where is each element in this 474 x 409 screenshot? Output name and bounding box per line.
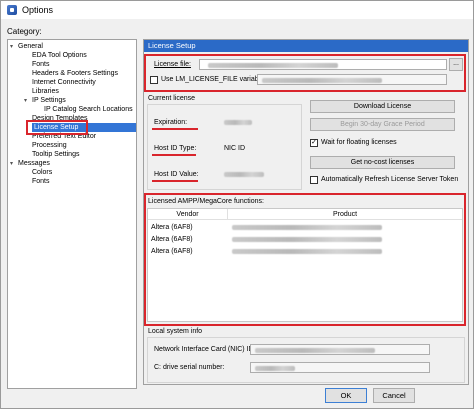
host-id-type-value: NIC ID — [224, 145, 245, 152]
expiration-label: Expiration: — [154, 119, 188, 126]
nic-id-field — [250, 344, 430, 355]
tree-item-messages-fonts[interactable]: Fonts — [32, 177, 50, 186]
tree-item-ip-settings[interactable]: ▾ IP Settings — [24, 96, 66, 105]
expiration-value — [224, 120, 252, 125]
host-id-value-underline — [152, 180, 198, 182]
expiration-underline — [152, 128, 198, 130]
vendor-cell: Altera (6AF8) — [151, 236, 193, 243]
nic-id-label: Network Interface Card (NIC) ID: — [154, 346, 256, 353]
tree-item-tooltip-settings[interactable]: Tooltip Settings — [32, 150, 79, 159]
env-variable-field — [257, 74, 447, 85]
expand-arrow-icon[interactable]: ▾ — [10, 43, 18, 52]
auto-refresh-checkbox[interactable] — [310, 176, 318, 184]
browse-button[interactable]: ... — [449, 58, 463, 71]
tree-item-internet-connectivity[interactable]: Internet Connectivity — [32, 78, 96, 87]
local-system-title: Local system info — [147, 328, 204, 335]
grace-period-button[interactable]: Begin 30-day Grace Period — [310, 118, 455, 131]
column-header-product[interactable]: Product — [228, 209, 462, 220]
table-row[interactable]: Altera (6AF8) — [148, 234, 462, 245]
redacted-text — [262, 78, 382, 83]
product-cell — [232, 237, 382, 242]
tree-item-processing[interactable]: Processing — [32, 141, 67, 150]
host-id-type-label: Host ID Type: — [154, 145, 197, 152]
product-cell — [232, 225, 382, 230]
panel-header: License Setup — [144, 40, 468, 52]
title-bar: Options — [1, 1, 473, 19]
tree-item-headers-footers[interactable]: Headers & Footers Settings — [32, 69, 118, 78]
use-env-label: Use LM_LICENSE_FILE variable: — [161, 76, 267, 83]
no-cost-licenses-button[interactable]: Get no-cost licenses — [310, 156, 455, 169]
host-id-type-underline — [152, 154, 196, 156]
host-id-value-label: Host ID Value: — [154, 171, 199, 178]
window-title: Options — [22, 5, 54, 15]
license-file-label: License file: — [154, 61, 191, 68]
tree-item-general[interactable]: ▾ General — [10, 42, 136, 51]
license-setup-panel: License Setup License file: ... Use LM_L… — [143, 39, 469, 385]
license-setup-highlight — [26, 120, 88, 135]
cancel-button[interactable]: Cancel — [373, 388, 415, 403]
app-icon — [7, 5, 17, 15]
expand-arrow-icon[interactable]: ▾ — [10, 160, 18, 169]
tree-item-fonts[interactable]: Fonts — [32, 60, 50, 69]
product-cell — [232, 249, 382, 254]
tree-item-eda-tool-options[interactable]: EDA Tool Options — [32, 51, 87, 60]
drive-serial-label: C: drive serial number: — [154, 364, 225, 371]
use-env-checkbox[interactable] — [150, 76, 158, 84]
wait-floating-label: Wait for floating licenses — [321, 139, 397, 146]
expand-arrow-icon[interactable]: ▾ — [24, 97, 32, 106]
licensed-functions-table[interactable]: Vendor Product Altera (6AF8) Altera (6AF… — [147, 208, 463, 322]
host-id-value — [224, 172, 264, 177]
vendor-cell: Altera (6AF8) — [151, 248, 193, 255]
tree-item-libraries[interactable]: Libraries — [32, 87, 59, 96]
current-license-title: Current license — [147, 95, 197, 102]
ok-button[interactable]: OK — [325, 388, 367, 403]
license-file-input[interactable] — [199, 59, 447, 70]
auto-refresh-label: Automatically Refresh License Server Tok… — [321, 176, 459, 183]
tree-item-ip-catalog[interactable]: IP Catalog Search Locations — [44, 105, 133, 114]
download-license-button[interactable]: Download License — [310, 100, 455, 113]
licensed-functions-title: Licensed AMPP/MegaCore functions: — [148, 198, 264, 205]
tree-item-colors[interactable]: Colors — [32, 168, 52, 177]
wait-floating-checkbox[interactable]: ✓ — [310, 139, 318, 147]
options-window: Options Category: ▾ General EDA Tool Opti… — [0, 0, 474, 409]
redacted-text — [208, 63, 338, 68]
table-row[interactable]: Altera (6AF8) — [148, 222, 462, 233]
drive-serial-field — [250, 362, 430, 373]
column-header-vendor[interactable]: Vendor — [148, 209, 228, 220]
category-label: Category: — [7, 27, 42, 36]
category-tree[interactable]: ▾ General EDA Tool Options Fonts Headers … — [7, 39, 137, 389]
redacted-text — [255, 366, 295, 371]
table-row[interactable]: Altera (6AF8) — [148, 246, 462, 257]
tree-item-messages[interactable]: ▾ Messages — [10, 159, 50, 168]
vendor-cell: Altera (6AF8) — [151, 224, 193, 231]
redacted-text — [255, 348, 375, 353]
